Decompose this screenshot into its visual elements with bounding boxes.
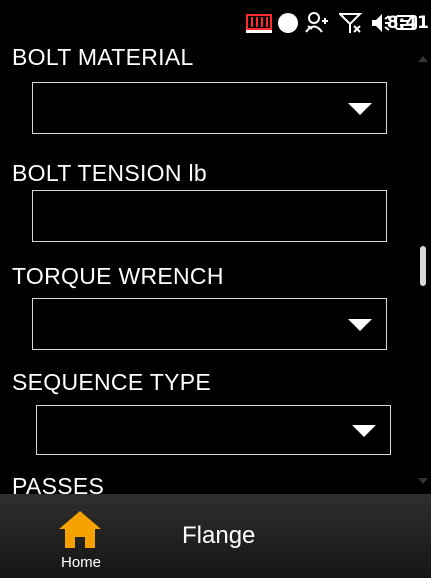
bottom-bar: Home Flange — [0, 494, 431, 578]
sequence-type-dropdown[interactable] — [36, 405, 391, 455]
form-scroll-area[interactable]: BOLT MATERIAL BOLT TENSION lb TORQUE WRE… — [0, 44, 431, 494]
home-icon — [59, 511, 101, 548]
battery-icon — [246, 14, 272, 33]
passes-label: PASSES — [12, 473, 105, 494]
status-clock: 8:41 — [386, 13, 429, 33]
chevron-down-icon — [348, 103, 372, 115]
no-signal-icon — [339, 13, 363, 33]
status-bar: 8:41 — [0, 0, 431, 44]
chevron-down-icon — [352, 425, 376, 437]
chevron-down-icon — [348, 319, 372, 331]
home-label: Home — [60, 554, 101, 571]
bolt-tension-label: BOLT TENSION lb — [12, 160, 207, 186]
contacts-sync-icon — [305, 12, 328, 33]
sequence-type-label: SEQUENCE TYPE — [12, 369, 212, 395]
torque-wrench-label: TORQUE WRENCH — [12, 263, 224, 289]
record-icon — [278, 13, 298, 33]
page-title: Flange — [182, 522, 256, 549]
scrollbar-thumb[interactable] — [420, 246, 426, 286]
home-button[interactable]: Home — [44, 494, 118, 578]
scroll-up-arrow[interactable] — [418, 56, 428, 62]
scroll-down-arrow[interactable] — [418, 478, 428, 484]
bolt-material-dropdown[interactable] — [32, 82, 387, 134]
torque-wrench-dropdown[interactable] — [32, 298, 387, 350]
bolt-tension-input[interactable] — [32, 190, 387, 242]
bolt-material-label: BOLT MATERIAL — [12, 44, 194, 70]
